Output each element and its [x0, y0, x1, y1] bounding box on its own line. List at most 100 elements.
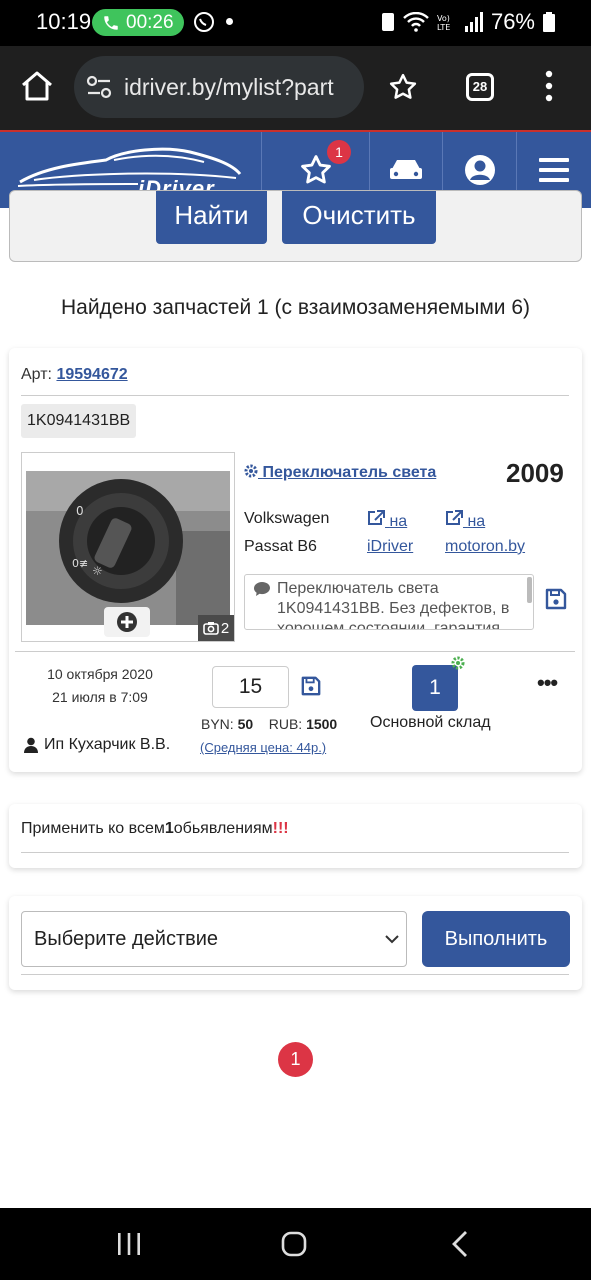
- description-field[interactable]: Переключатель света 1K0941431BB. Без деф…: [244, 574, 534, 630]
- chevron-down-icon: [385, 935, 399, 944]
- signal-icon: [464, 12, 483, 32]
- svg-text:☼: ☼: [92, 564, 103, 578]
- call-timer: 00:26: [126, 12, 174, 33]
- recent-apps-icon[interactable]: [116, 1232, 142, 1256]
- status-bar: 10:19 00:26 Vo) LTE 76%: [0, 0, 591, 46]
- tab-switcher-button[interactable]: 28: [466, 73, 494, 101]
- car-make: Volkswagen: [244, 510, 330, 527]
- part-photo[interactable]: 0 0≢ ☼ 2: [21, 452, 235, 642]
- svg-text:Vo): Vo): [437, 14, 450, 23]
- site-settings-icon[interactable]: [86, 75, 112, 99]
- status-time: 10:19: [36, 9, 92, 34]
- home-icon[interactable]: [20, 70, 54, 102]
- battery-icon: [543, 12, 555, 32]
- oem-code: 1K0941431BB: [21, 404, 137, 438]
- date-created: 10 октября 2020: [47, 666, 153, 682]
- seller[interactable]: Ип Кухарчик В.В.: [23, 736, 170, 754]
- stock-name: Основной склад: [370, 714, 491, 731]
- results-summary: Найдено запчастей 1 (с взаимозаменяемыми…: [60, 296, 530, 319]
- divider: [21, 395, 569, 396]
- browser-menu-icon[interactable]: [544, 70, 554, 102]
- apply-all-card: Применить ко всем1обьявлениям!!!: [9, 804, 582, 868]
- svg-text:LTE: LTE: [437, 23, 450, 32]
- rub-value: 1500: [306, 716, 338, 732]
- byn-value: 50: [237, 716, 254, 732]
- volte-icon: Vo)LTE: [437, 14, 450, 32]
- part-image[interactable]: 0 0≢ ☼: [26, 471, 230, 625]
- divider: [15, 651, 575, 652]
- part-title-link[interactable]: Переключатель света: [244, 464, 436, 482]
- camera-icon: [203, 622, 219, 635]
- quantity-input[interactable]: 15: [212, 666, 289, 708]
- svg-text:0≢: 0≢: [72, 557, 88, 570]
- hamburger-icon: [539, 158, 569, 182]
- art-row: Арт: 19594672: [21, 366, 128, 384]
- car-icon: [390, 160, 422, 179]
- idriver-link-label[interactable]: iDriver: [367, 538, 413, 556]
- more-options-button[interactable]: •••: [537, 670, 558, 696]
- apply-suffix: обьявлениям: [173, 820, 273, 837]
- action-select-value: Выберите действие: [34, 928, 219, 950]
- plus-circle-icon: [117, 612, 137, 632]
- user-icon: [464, 155, 495, 185]
- seller-name: Ип Кухарчик В.В.: [44, 736, 171, 753]
- bookmark-star-icon[interactable]: [388, 72, 418, 102]
- gear-icon: [244, 464, 258, 478]
- battery-percent: 76%: [490, 9, 535, 34]
- average-price-link[interactable]: (Средняя цена: 44р.): [200, 740, 326, 755]
- stock-settings-icon[interactable]: [451, 656, 465, 670]
- photo-count: 2: [220, 619, 230, 637]
- prices: BYN: 50 RUB: 1500: [201, 716, 337, 732]
- description-scrollbar[interactable]: [527, 577, 532, 603]
- part-year: 2009: [506, 458, 564, 488]
- idriver-link[interactable]: на: [367, 510, 407, 531]
- apply-count: 1: [164, 820, 174, 837]
- address-bar[interactable]: idriver.by/mylist?part: [74, 56, 364, 118]
- rub-label: RUB:: [268, 716, 303, 732]
- motoron-link[interactable]: на: [445, 510, 485, 531]
- apply-all-text: Применить ко всем1обьявлениям!!!: [21, 820, 289, 838]
- save-quantity-icon[interactable]: [301, 676, 321, 696]
- external-link-icon: [446, 510, 463, 525]
- add-photo-button[interactable]: [104, 607, 150, 637]
- save-description-icon[interactable]: [545, 588, 567, 610]
- action-select[interactable]: Выберите действие: [21, 911, 407, 967]
- apply-prefix: Применить ко всем: [21, 820, 165, 837]
- motoron-link-label[interactable]: motoron.by: [445, 538, 525, 556]
- execute-button[interactable]: Выполнить: [422, 911, 570, 967]
- divider: [21, 974, 569, 975]
- wifi-icon: [403, 12, 429, 32]
- light-switch-image: 0 0≢ ☼: [26, 471, 230, 625]
- clear-button[interactable]: Очистить: [282, 191, 436, 244]
- svg-text:0: 0: [76, 504, 84, 518]
- browser-toolbar: idriver.by/mylist?part 28: [0, 46, 591, 130]
- call-indicator[interactable]: 00:26: [92, 9, 184, 36]
- art-number-link[interactable]: 19594672: [56, 366, 127, 383]
- part-title: Переключатель света: [262, 464, 437, 481]
- favorites-badge: 1: [327, 140, 351, 164]
- comment-icon: [254, 582, 270, 596]
- bulk-action-card: Выберите действие Выполнить: [9, 896, 582, 990]
- data-saver-icon: [381, 13, 394, 31]
- divider: [21, 852, 569, 853]
- phone-icon: [104, 16, 118, 30]
- back-icon[interactable]: [451, 1230, 469, 1258]
- description-text: Переключатель света 1K0941431BB. Без деф…: [277, 580, 510, 630]
- car-model: Passat B6: [244, 538, 317, 555]
- byn-label: BYN:: [201, 716, 234, 732]
- person-icon: [24, 737, 38, 753]
- photo-count-badge[interactable]: 2: [198, 615, 234, 641]
- home-nav-icon[interactable]: [281, 1231, 307, 1257]
- apply-marks: !!!: [272, 820, 289, 837]
- stock-count-button[interactable]: 1: [412, 665, 458, 711]
- status-right: Vo) LTE 76%: [381, 9, 555, 35]
- external-link-icon: [368, 510, 385, 525]
- notification-dot-icon: [226, 18, 233, 25]
- url-text: idriver.by/mylist?part: [124, 74, 334, 100]
- art-label: Арт:: [21, 366, 52, 383]
- system-nav-bar: [0, 1208, 591, 1280]
- page-1-button[interactable]: 1: [278, 1042, 313, 1077]
- find-button[interactable]: Найти: [156, 191, 267, 244]
- viber-icon: [194, 12, 214, 32]
- motoron-link-top: на: [467, 513, 486, 530]
